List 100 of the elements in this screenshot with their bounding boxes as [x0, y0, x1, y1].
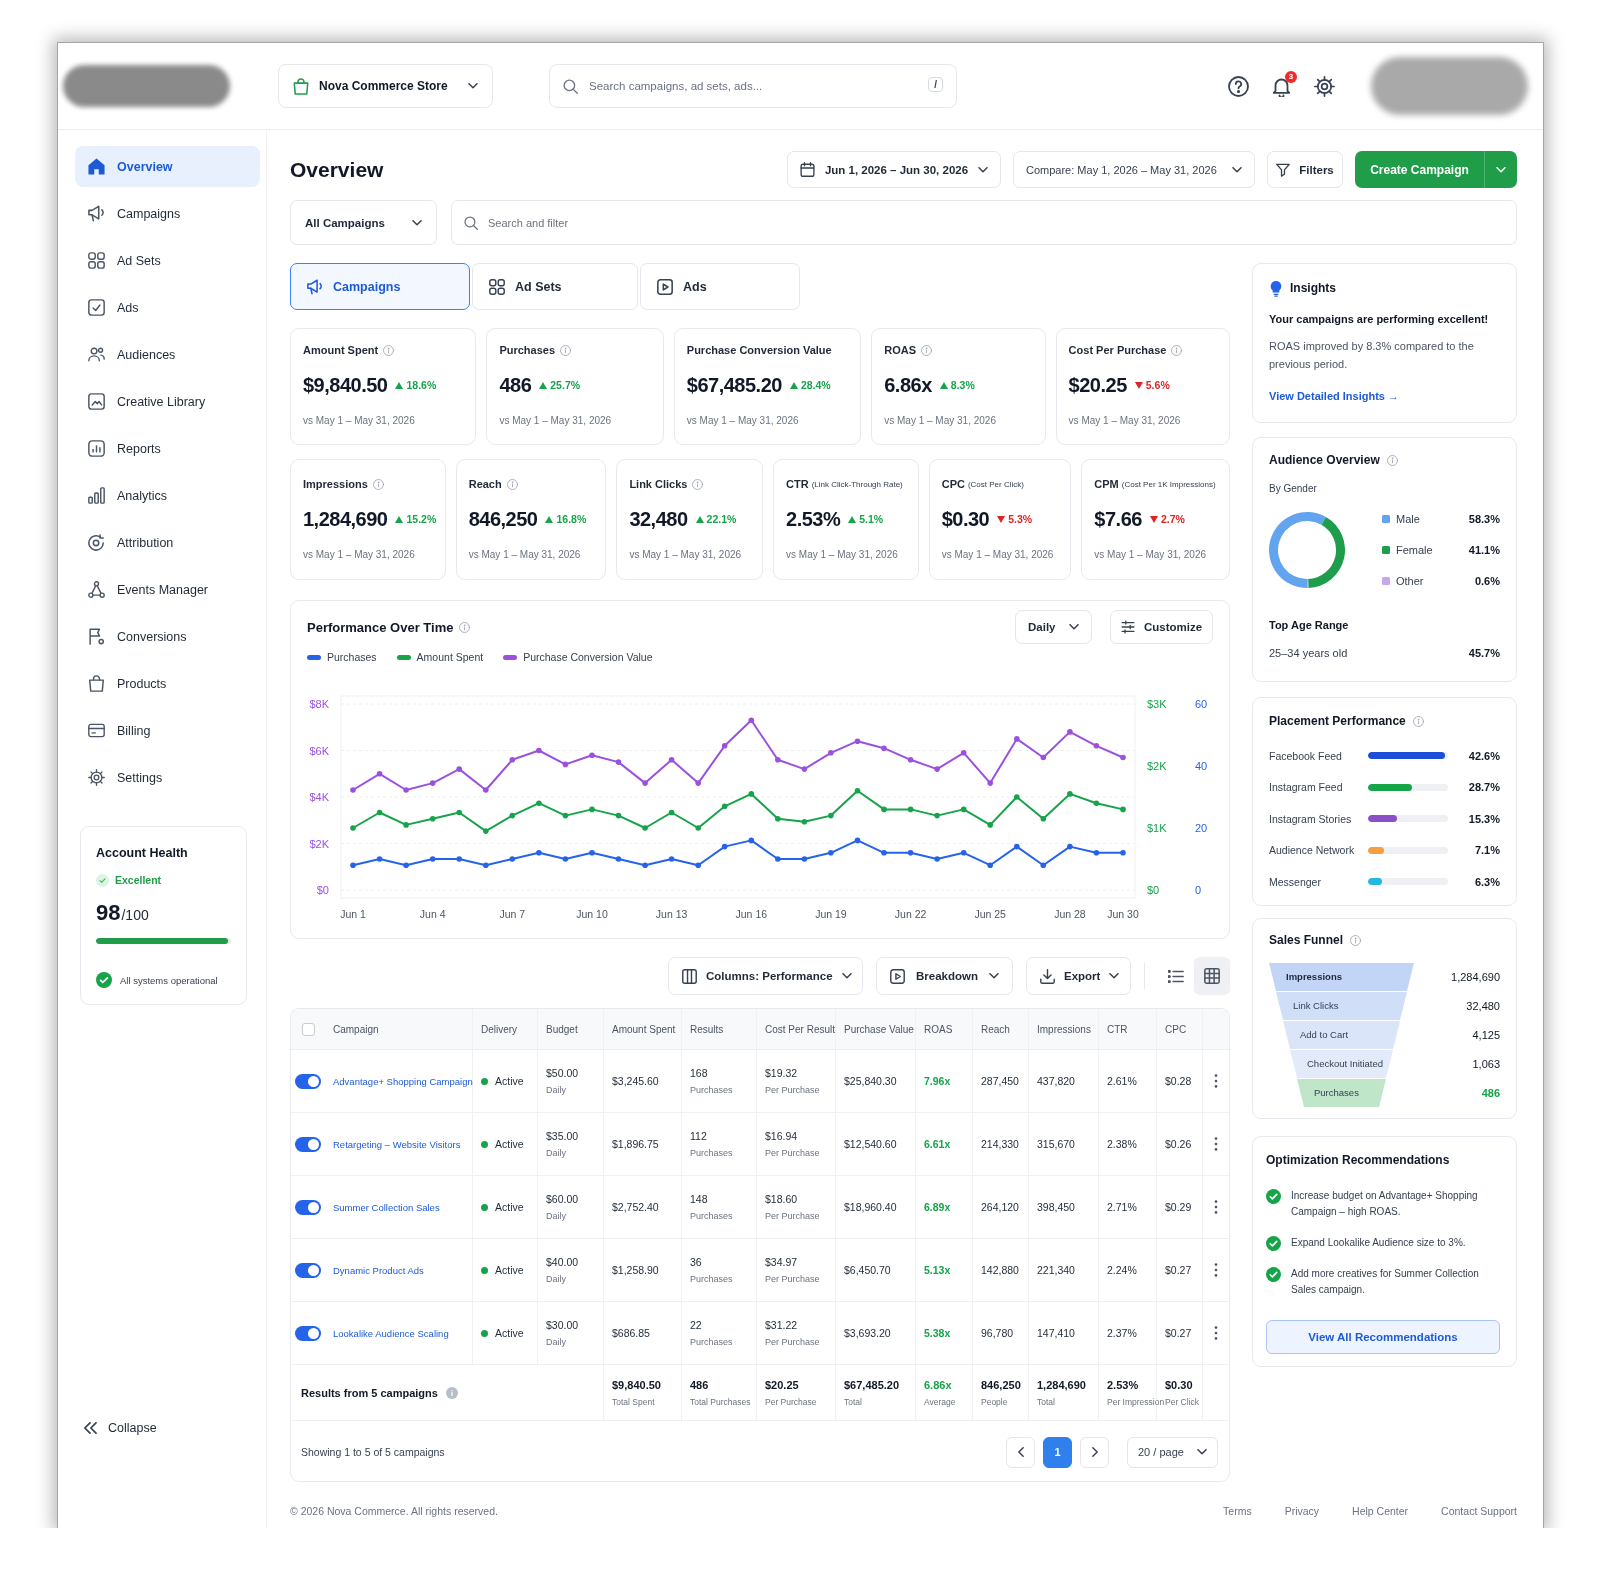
checkbox[interactable]: [301, 1022, 315, 1036]
search-field[interactable]: Search and filter: [451, 200, 1517, 245]
customize-button[interactable]: Customize: [1110, 610, 1213, 644]
cell-caption: Purchases: [690, 1085, 733, 1095]
data-point: [775, 757, 781, 763]
campaign-link[interactable]: Retargeting – Website Visitors: [333, 1138, 461, 1150]
sidebar-item[interactable]: Reports: [75, 428, 260, 469]
page-size-dropdown[interactable]: 20 / page: [1127, 1436, 1218, 1468]
campaign-link[interactable]: Advantage+ Shopping Campaign: [333, 1075, 473, 1087]
tab[interactable]: Ads: [640, 263, 800, 310]
campaign-link[interactable]: Summer Collection Sales: [333, 1201, 440, 1213]
sidebar-item[interactable]: Products: [75, 663, 260, 704]
placement-value: 6.3%: [1473, 875, 1500, 888]
cell-caption: Daily: [546, 1337, 566, 1347]
table-cell: 2.71%: [1107, 1201, 1137, 1213]
kebab-menu-icon[interactable]: [1214, 1074, 1218, 1088]
campaign-link[interactable]: Lookalike Audience Scaling: [333, 1327, 449, 1339]
settings-icon[interactable]: [1314, 75, 1335, 97]
axis-label: $0: [1147, 884, 1160, 896]
toggle-switch[interactable]: [295, 1199, 321, 1215]
date-range-picker[interactable]: Jun 1, 2026 – Jun 30, 2026: [787, 151, 1001, 188]
legend-label: Other: [1396, 574, 1425, 587]
table-cell: $34.97: [765, 1256, 798, 1268]
table-cell: $0.27: [1165, 1264, 1192, 1276]
sidebar-item[interactable]: Ad Sets: [75, 240, 260, 281]
summary-value: 2.53%: [1107, 1378, 1139, 1391]
kpi-label: CPM: [1094, 478, 1119, 490]
footer-link[interactable]: Terms: [1223, 1505, 1252, 1517]
kebab-menu-icon[interactable]: [1214, 1200, 1218, 1214]
interval-dropdown[interactable]: Daily: [1015, 610, 1092, 644]
sidebar-item[interactable]: Conversions: [75, 616, 260, 657]
funnel-value: 1,063: [1471, 1058, 1500, 1070]
next-page-button[interactable]: [1080, 1436, 1109, 1468]
axis-label: Jun 13: [655, 908, 688, 920]
help-icon[interactable]: [1228, 75, 1249, 97]
sidebar-item[interactable]: Audiences: [75, 334, 260, 375]
table-cell: $2,752.40: [612, 1201, 659, 1213]
data-point: [456, 809, 462, 816]
kebab-menu-icon[interactable]: [1214, 1326, 1218, 1340]
kebab-menu-icon[interactable]: [1214, 1137, 1218, 1151]
data-point: [960, 850, 967, 856]
footer-link[interactable]: Help Center: [1352, 1505, 1409, 1517]
data-point: [376, 771, 383, 777]
data-point: [960, 750, 967, 756]
data-point: [828, 850, 834, 856]
toggle-switch[interactable]: [295, 1262, 321, 1278]
store-selector[interactable]: Nova Commerce Store: [278, 64, 493, 108]
comparison-period: vs May 1 – May 31, 2026: [1094, 548, 1208, 562]
create-campaign-button[interactable]: Create Campaign: [1355, 151, 1484, 188]
page-button[interactable]: 1: [1043, 1436, 1072, 1468]
data-point: [748, 837, 755, 844]
sidebar-item[interactable]: Campaigns: [75, 193, 260, 234]
sidebar-item[interactable]: Attribution: [75, 522, 260, 563]
previous-page-button[interactable]: [1006, 1436, 1035, 1468]
data-point: [350, 862, 356, 868]
data-point: [615, 856, 622, 862]
sidebar-item[interactable]: Creative Library: [75, 381, 260, 422]
play-icon: [657, 278, 673, 295]
export-dropdown[interactable]: Export: [1026, 957, 1131, 995]
shortcut-key: /: [928, 77, 943, 92]
recommendation-text: Add more creatives for Summer Collection Sales campaign.: [1291, 1267, 1480, 1297]
sidebar-item[interactable]: Overview: [75, 146, 260, 187]
dropdown-button[interactable]: [1484, 151, 1517, 188]
table-cell: $1,258.90: [612, 1264, 659, 1276]
compare-date-picker[interactable]: Compare: May 1, 2026 – May 31, 2026: [1013, 151, 1255, 188]
toggle-switch[interactable]: [295, 1325, 321, 1341]
footer-link[interactable]: Privacy: [1284, 1505, 1320, 1517]
sidebar-item[interactable]: Ads: [75, 287, 260, 328]
data-point: [695, 780, 701, 786]
table-cell: $40.00: [546, 1256, 579, 1268]
sidebar-item[interactable]: Settings: [75, 757, 260, 798]
columns-dropdown[interactable]: Columns: Performance: [668, 957, 863, 995]
toggle-switch[interactable]: [295, 1136, 321, 1152]
collapse-button[interactable]: Collapse: [75, 1416, 165, 1440]
axis-label: Jun 22: [894, 908, 927, 920]
check-circle-icon: [1266, 1267, 1281, 1282]
footer-link[interactable]: Contact Support: [1441, 1505, 1517, 1517]
sidebar-item[interactable]: Analytics: [75, 475, 260, 516]
chevron-down-icon: [841, 973, 852, 979]
legend-label: Male: [1396, 512, 1421, 525]
sidebar-item[interactable]: Billing: [75, 710, 260, 751]
tab[interactable]: Campaigns: [290, 263, 470, 310]
view-all-button[interactable]: View All Recommendations: [1266, 1320, 1500, 1354]
filters-button[interactable]: Filters: [1267, 151, 1343, 188]
breakdown-dropdown[interactable]: Breakdown: [876, 957, 1013, 995]
data-point: [1120, 754, 1126, 761]
change-value: 15.2%: [406, 513, 437, 525]
credit-card-icon: [88, 722, 105, 739]
toggle-switch[interactable]: [295, 1073, 321, 1089]
grid-view-button[interactable]: [1194, 957, 1230, 995]
kpi-label: Purchase Conversion Value: [686, 344, 832, 356]
summary-value: $0.30: [1165, 1378, 1193, 1391]
campaign-link[interactable]: Dynamic Product Ads: [333, 1264, 424, 1276]
table-cell: $0.28: [1165, 1075, 1192, 1087]
sidebar-item[interactable]: Events Manager: [75, 569, 260, 610]
placement-label: Facebook Feed: [1269, 749, 1343, 762]
campaign-filter-dropdown[interactable]: All Campaigns: [290, 200, 437, 245]
insights-link[interactable]: View Detailed Insights →: [1269, 389, 1399, 403]
kebab-menu-icon[interactable]: [1214, 1263, 1218, 1277]
tab[interactable]: Ad Sets: [472, 263, 638, 310]
